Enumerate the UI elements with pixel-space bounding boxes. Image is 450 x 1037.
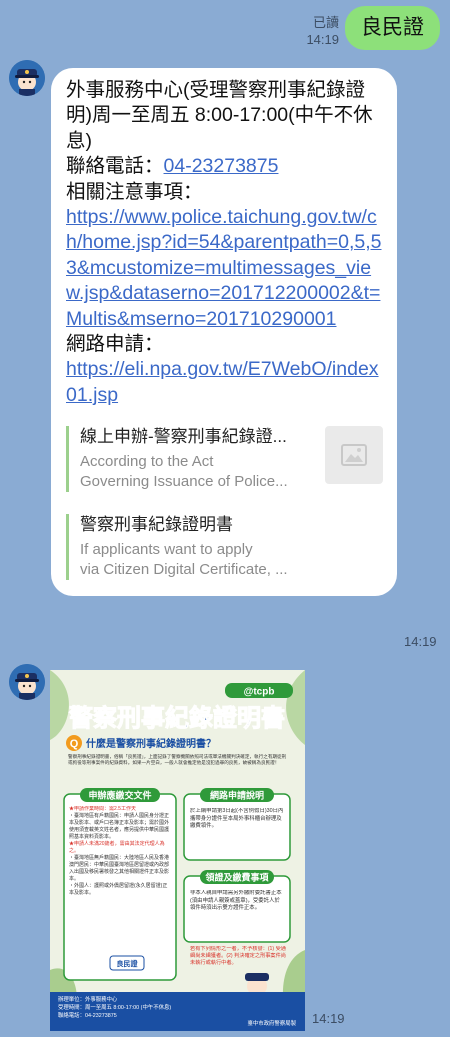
- reply-time: 14:19: [404, 634, 437, 649]
- poster-list-item: ★申請人未滿20歲者，需由其法定代理人為之。: [69, 841, 165, 854]
- poster-handle: @tcpb: [244, 687, 275, 698]
- poster-footer-line: 聯絡電話：04-23273875: [58, 1013, 117, 1019]
- sender-avatar[interactable]: [9, 664, 45, 700]
- police-mascot-icon: [9, 664, 45, 700]
- sent-meta: 已讀 14:19: [306, 14, 339, 48]
- poster-section-title: 網路申請說明: [210, 790, 264, 801]
- poster-footer-line: 受理時間：周一至周五 8:00-17:00 (中午不休息): [58, 1005, 172, 1011]
- poster-section-body: 非本人親自申請需另外繳附委託書正本(須由申請人親簽或蓋章)，受委託人於領件時須出…: [190, 890, 282, 911]
- sent-time: 14:19: [306, 32, 339, 47]
- poster-question: 什麼是警察刑事紀錄證明書？: [86, 737, 216, 750]
- link-preview-desc-line: According to the Act: [80, 453, 214, 471]
- service-hours-text: 外事服務中心(受理警察刑事紀錄證明)周一至周五 8:00-17:00(中午不休息…: [66, 79, 373, 152]
- poster-footer-org: 臺中市政府警察局製: [247, 1019, 296, 1027]
- link-preview-title: 警察刑事紀錄證明書: [80, 515, 233, 535]
- apply-label: 網路申請：: [66, 333, 164, 356]
- sent-bubble[interactable]: 良民證: [345, 6, 440, 50]
- poster-badge: 良民證: [117, 959, 139, 968]
- read-label: 已讀: [312, 15, 339, 30]
- poster-section-title: 領證及繳費事項: [205, 872, 269, 883]
- poster-footer: 辦理單位：外事服務中心 受理時間：周一至周五 8:00-17:00 (中午不休息…: [58, 996, 228, 1020]
- poster-footer-line: 辦理單位：外事服務中心: [58, 997, 118, 1003]
- link-preview-title: 線上申辦-警察刑事紀錄證...: [80, 427, 287, 447]
- link-preview-card[interactable]: 警察刑事紀錄證明書 If applicants want to apply vi…: [66, 514, 383, 581]
- poster-warning: 若有下列情形之一者，不予核發：(1) 受通緝尚未緝獲者。(2) 判決確定之刑事案…: [190, 946, 286, 966]
- poster-list-item: ★申請作業時間：需2.5工作天: [69, 806, 136, 812]
- message-text: 外事服務中心(受理警察刑事紀錄證明)周一至周五 8:00-17:00(中午不休息…: [66, 78, 383, 408]
- image-placeholder-icon: [325, 426, 383, 485]
- link-preview-desc-line: Governing Issuance of Police...: [80, 473, 288, 491]
- notes-link[interactable]: https://www.police.taichung.gov.tw/ch/ho…: [66, 205, 383, 332]
- police-mascot-icon: [9, 60, 45, 96]
- phone-link[interactable]: 04-23273875: [164, 155, 279, 177]
- poster-list-item: ・臺灣地區有戶籍國民：申請人國民身分證正本及影本、或戶口名簿正本及影本；需於國外…: [69, 813, 170, 840]
- poster-section-body: 於上網申請第3日起(不含例假日)30日內攜帶身分證件至本局外事科櫃台辦理及繳費領…: [190, 808, 284, 829]
- svg-text:Q: Q: [70, 738, 79, 750]
- link-preview-desc: If applicants want to apply via Citizen …: [80, 540, 383, 580]
- poster-time: 14:19: [312, 1011, 345, 1026]
- apply-link[interactable]: https://eli.npa.gov.tw/E7WebO/index01.js…: [66, 357, 383, 408]
- poster-section-body: ★申請作業時間：需2.5工作天 ・臺灣地區有戶籍國民：申請人國民身分證正本及影本…: [69, 806, 172, 897]
- poster-list-item: ・臺灣地區無戶籍國民：大陸地區人民及香港澳門居民：中華民國臺灣地區居留證或內政部…: [69, 855, 170, 882]
- poster-intro: 警察刑事紀錄證明書，俗稱「良民證」，上面記錄了警察機關依照司法或軍法機關判決確定…: [68, 754, 287, 765]
- notes-label: 相關注意事項：: [66, 180, 203, 203]
- poster-image[interactable]: @tcpb 警察刑事紀錄證明書 Q 什麼是警察刑事紀錄證明書？ 警察刑事紀錄證明…: [50, 670, 305, 1031]
- sent-message-row: 已讀 14:19 良民證: [306, 6, 440, 50]
- poster-section-title: 申辦應繳交文件: [88, 790, 151, 801]
- link-preview-card[interactable]: 線上申辦-警察刑事紀錄證... According to the Act Gov…: [66, 426, 383, 493]
- phone-label: 聯絡電話：: [66, 155, 164, 178]
- received-message-bubble: 外事服務中心(受理警察刑事紀錄證明)周一至周五 8:00-17:00(中午不休息…: [51, 68, 397, 597]
- link-preview-desc: According to the Act Governing Issuance …: [80, 452, 315, 492]
- link-preview-desc-line: If applicants want to apply: [80, 541, 253, 559]
- sender-avatar[interactable]: [9, 60, 45, 96]
- poster-title: 警察刑事紀錄證明書: [68, 704, 285, 732]
- poster-list-item: ・外國人：護照或外僑居留證(永久居留證)正本及影本。: [69, 883, 168, 896]
- link-preview-desc-line: via Citizen Digital Certificate, ...: [80, 561, 288, 579]
